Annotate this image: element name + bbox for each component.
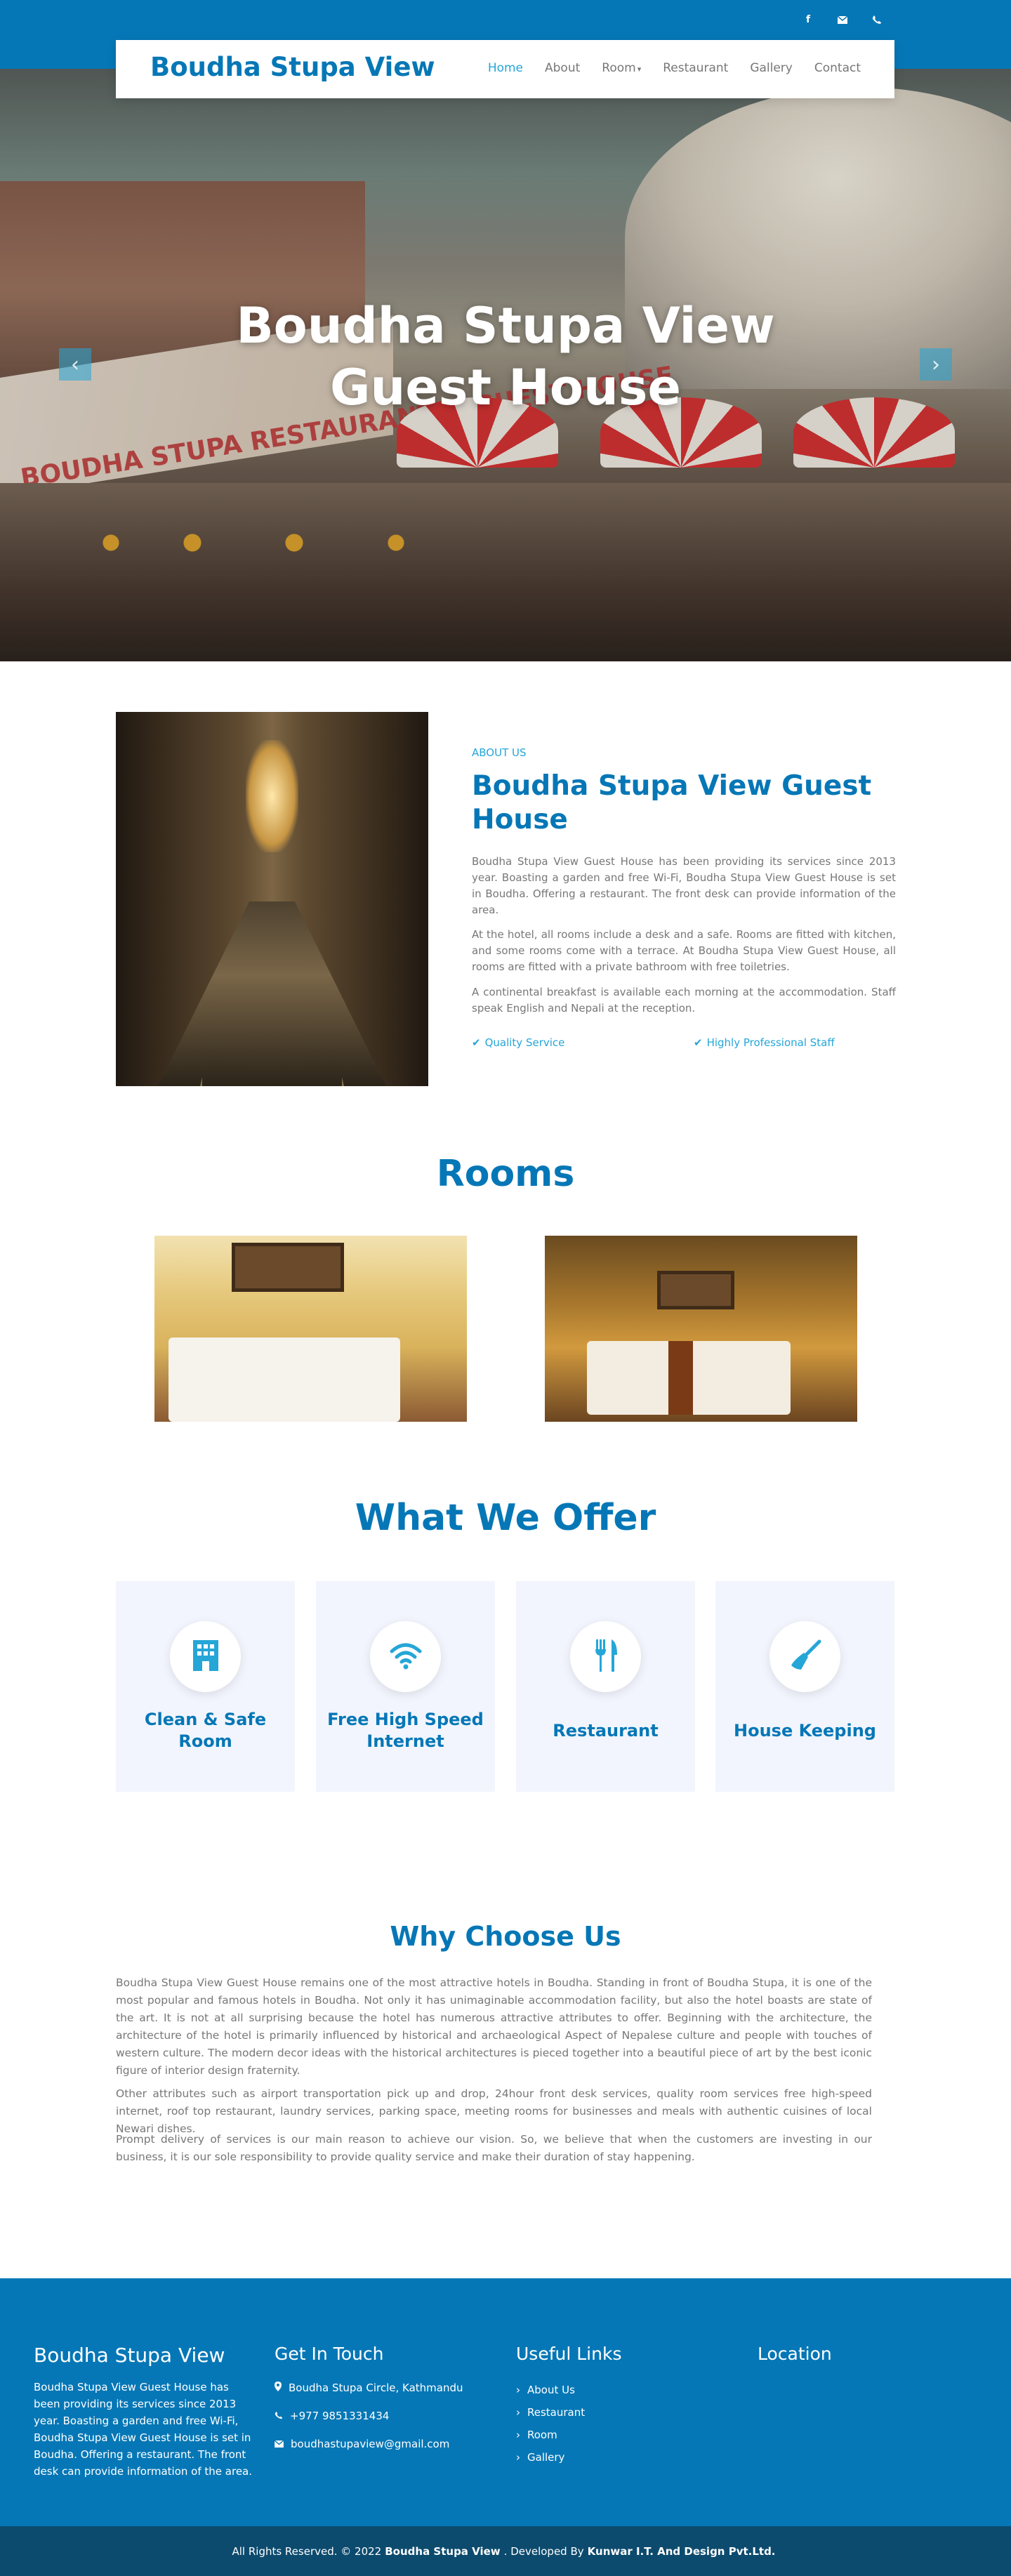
why-paragraph: Prompt delivery of services is our main … — [116, 2133, 872, 2163]
offer-title: What We Offer — [355, 1497, 656, 1539]
hero-title-line1: Boudha Stupa View — [236, 297, 775, 355]
about-title: Boudha Stupa View Guest House — [472, 770, 872, 835]
main-menu: Home About Room ▾ Restaurant Gallery Cont… — [488, 61, 861, 75]
footer-email[interactable]: boudhastupaview@gmail.com — [274, 2438, 450, 2450]
icon-circle — [769, 1621, 840, 1692]
feature-label: Quality Service — [484, 1036, 565, 1049]
room-image[interactable] — [545, 1236, 857, 1422]
envelope-icon — [274, 2438, 284, 2450]
offer-label: Free High Speed Internet — [327, 1710, 484, 1751]
social-links: f — [799, 11, 886, 29]
footer-links-title: Useful Links — [516, 2344, 622, 2364]
about-paragraph: Boudha Stupa View Guest House has been p… — [472, 855, 896, 916]
menu-item-room-label: Room — [602, 61, 636, 75]
menu-item-about[interactable]: About — [545, 61, 580, 75]
feature-professional-staff: ✔ Highly Professional Staff — [694, 1036, 835, 1049]
about-paragraph: A continental breakfast is available eac… — [472, 986, 896, 1015]
developer-link[interactable]: Kunwar I.T. And Design Pvt.Ltd. — [588, 2545, 776, 2558]
brand-logo[interactable]: Boudha Stupa View — [150, 52, 435, 82]
offer-label: Clean & Safe Room — [144, 1710, 267, 1751]
chevron-down-icon: ▾ — [637, 65, 642, 74]
chevron-right-icon: › — [516, 2429, 520, 2441]
email-text: boudhastupaview@gmail.com — [291, 2438, 450, 2450]
wifi-icon — [389, 1642, 423, 1672]
slider-prev-button[interactable]: ‹ — [59, 348, 91, 381]
about-paragraph: At the hotel, all rooms include a desk a… — [472, 928, 896, 973]
address-text: Boudha Stupa Circle, Kathmandu — [289, 2382, 463, 2394]
offer-card: Restaurant — [516, 1581, 695, 1792]
phone-text: +977 9851331434 — [290, 2410, 390, 2422]
why-paragraph: Other attributes such as airport transpo… — [116, 2087, 872, 2135]
menu-item-contact[interactable]: Contact — [814, 61, 861, 75]
building-icon — [190, 1639, 221, 1675]
check-icon: ✔ — [472, 1036, 481, 1049]
copyright-bar: All Rights Reserved. © 2022 Boudha Stupa… — [0, 2526, 1011, 2576]
footer-link-label: About Us — [527, 2384, 575, 2396]
room-image[interactable] — [154, 1236, 467, 1422]
footer-address: Boudha Stupa Circle, Kathmandu — [275, 2382, 463, 2394]
offer-label: Restaurant — [553, 1721, 659, 1741]
hero-slider: BOUDHA STUPA RESTAURANT & GUEST HOUSE Bo… — [0, 69, 1011, 661]
footer-link-label: Restaurant — [527, 2406, 586, 2419]
icon-circle — [570, 1621, 641, 1692]
envelope-icon[interactable] — [833, 11, 852, 29]
feature-label: Highly Professional Staff — [706, 1036, 835, 1049]
footer-contact-title: Get In Touch — [275, 2344, 384, 2364]
offer-card: House Keeping — [715, 1581, 894, 1792]
check-icon: ✔ — [694, 1036, 703, 1049]
copyright-site[interactable]: Boudha Stupa View — [385, 2545, 500, 2558]
why-paragraph: Boudha Stupa View Guest House remains on… — [116, 1976, 872, 2077]
about-tag: ABOUT US — [472, 746, 527, 759]
chevron-right-icon: › — [516, 2451, 520, 2464]
icon-circle — [370, 1621, 441, 1692]
broom-icon — [788, 1639, 822, 1675]
hero-title-line2: Guest House — [330, 359, 681, 416]
about-image — [116, 712, 428, 1086]
phone-icon[interactable] — [868, 11, 886, 29]
footer-link-gallery[interactable]: › Gallery — [516, 2451, 564, 2464]
offer-card: Free High Speed Internet — [316, 1581, 495, 1792]
menu-item-room[interactable]: Room ▾ — [602, 61, 641, 75]
bed — [168, 1337, 400, 1422]
menu-item-restaurant[interactable]: Restaurant — [663, 61, 728, 75]
facebook-icon[interactable]: f — [799, 11, 817, 29]
icon-circle — [170, 1621, 241, 1692]
navbar: Boudha Stupa View Home About Room ▾ Resta… — [116, 40, 894, 98]
utensils-icon — [592, 1638, 620, 1676]
chevron-right-icon: › — [516, 2384, 520, 2396]
rooms-title: Rooms — [436, 1153, 575, 1195]
menu-item-gallery[interactable]: Gallery — [750, 61, 793, 75]
why-title: Why Choose Us — [390, 1921, 621, 1952]
copyright-prefix: All Rights Reserved. © 2022 — [232, 2544, 382, 2558]
offer-label: House Keeping — [734, 1721, 876, 1741]
menu-item-home[interactable]: Home — [488, 61, 523, 75]
footer-brand: Boudha Stupa View — [34, 2344, 225, 2367]
map-marker-icon — [275, 2382, 282, 2394]
footer-phone[interactable]: +977 9851331434 — [275, 2410, 389, 2422]
offer-card: Clean & Safe Room — [116, 1581, 295, 1792]
footer-location-title: Location — [758, 2344, 832, 2364]
footer-link-restaurant[interactable]: › Restaurant — [516, 2406, 585, 2419]
feature-quality-service: ✔ Quality Service — [472, 1036, 564, 1049]
slider-next-button[interactable]: › — [920, 348, 952, 381]
bed — [587, 1341, 791, 1415]
footer-link-label: Gallery — [527, 2451, 565, 2464]
footer-link-label: Room — [527, 2429, 557, 2441]
chevron-right-icon: › — [516, 2406, 520, 2419]
footer-link-room[interactable]: › Room — [516, 2429, 557, 2441]
footer: Boudha Stupa View Boudha Stupa View Gues… — [0, 2278, 1011, 2526]
footer-about-text: Boudha Stupa View Guest House has been p… — [34, 2381, 253, 2478]
wall-painting — [657, 1271, 734, 1309]
hero-title: Boudha Stupa View Guest House — [183, 295, 828, 418]
phone-icon — [275, 2410, 283, 2422]
ceiling-light — [246, 740, 298, 852]
wall-painting — [232, 1243, 344, 1292]
copyright-middle: . Developed By — [503, 2544, 584, 2558]
footer-link-about[interactable]: › About Us — [516, 2384, 575, 2396]
